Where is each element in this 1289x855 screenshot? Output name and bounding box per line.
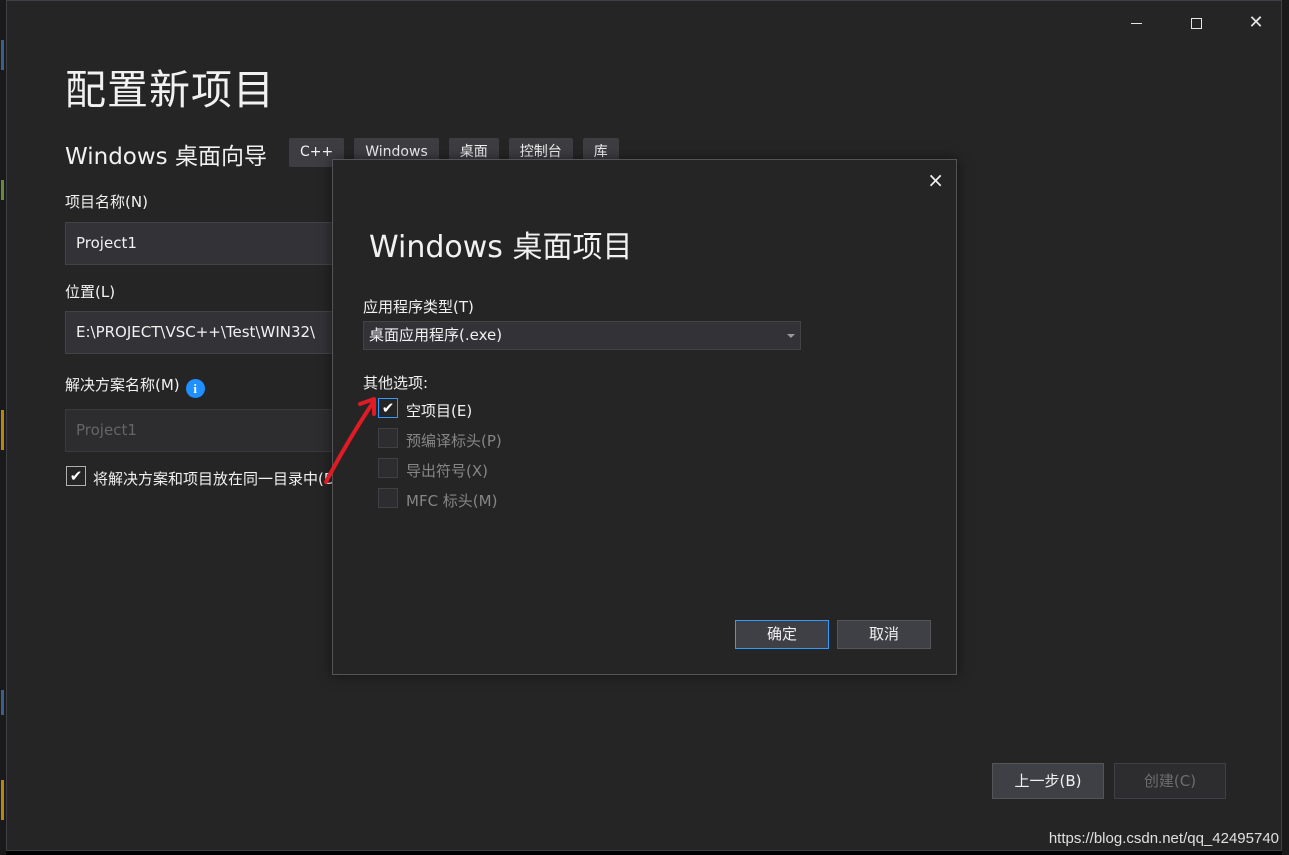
- watermark: https://blog.csdn.net/qq_42495740: [1048, 830, 1279, 847]
- app-type-value: 桌面应用程序(.exe): [369, 326, 503, 344]
- create-button: 创建(C): [1114, 763, 1226, 799]
- dropdown-arrow-icon: [787, 334, 795, 338]
- export-symbols-checkbox: [378, 458, 398, 478]
- mfc-headers-label: MFC 标头(M): [406, 492, 498, 510]
- precompiled-header-checkbox: [378, 428, 398, 448]
- minimize-button[interactable]: [1118, 9, 1154, 37]
- other-options-label: 其他选项:: [363, 374, 429, 392]
- same-directory-label: 将解决方案和项目放在同一目录中(D): [93, 470, 342, 488]
- dialog-title: Windows 桌面项目: [369, 230, 633, 265]
- minimize-icon: [1130, 22, 1142, 24]
- right-edge-strip: [1282, 0, 1289, 855]
- location-label: 位置(L): [65, 283, 116, 301]
- solution-name-label: 解决方案名称(M) i: [65, 374, 205, 398]
- export-symbols-label: 导出符号(X): [406, 462, 488, 480]
- template-subtitle: Windows 桌面向导: [65, 144, 267, 170]
- mfc-headers-checkbox: [378, 488, 398, 508]
- solution-name-label-text: 解决方案名称(M): [65, 376, 180, 394]
- close-icon: ✕: [1248, 12, 1264, 33]
- ok-button[interactable]: 确定: [735, 620, 829, 649]
- window-close-button[interactable]: ✕: [1238, 9, 1274, 37]
- precompiled-header-label: 预编译标头(P): [406, 432, 502, 450]
- project-name-label: 项目名称(N): [65, 193, 148, 211]
- empty-project-label: 空项目(E): [406, 402, 473, 420]
- back-button[interactable]: 上一步(B): [992, 763, 1104, 799]
- windows-desktop-project-dialog: × Windows 桌面项目 应用程序类型(T) 桌面应用程序(.exe) 其他…: [332, 159, 957, 675]
- project-name-input[interactable]: Project1: [65, 222, 365, 265]
- maximize-button[interactable]: [1178, 9, 1214, 37]
- dialog-close-icon[interactable]: ×: [927, 168, 944, 192]
- location-input[interactable]: E:\PROJECT\VSC++\Test\WIN32\: [65, 311, 365, 354]
- app-type-label: 应用程序类型(T): [363, 298, 474, 316]
- solution-name-input: Project1: [65, 409, 365, 452]
- app-type-dropdown[interactable]: 桌面应用程序(.exe): [363, 321, 801, 350]
- cancel-button[interactable]: 取消: [837, 620, 931, 649]
- maximize-icon: [1190, 17, 1202, 29]
- empty-project-checkbox[interactable]: ✔: [378, 398, 398, 418]
- page-title: 配置新项目: [65, 66, 275, 114]
- info-icon[interactable]: i: [185, 379, 205, 398]
- same-directory-checkbox[interactable]: ✔: [66, 466, 86, 486]
